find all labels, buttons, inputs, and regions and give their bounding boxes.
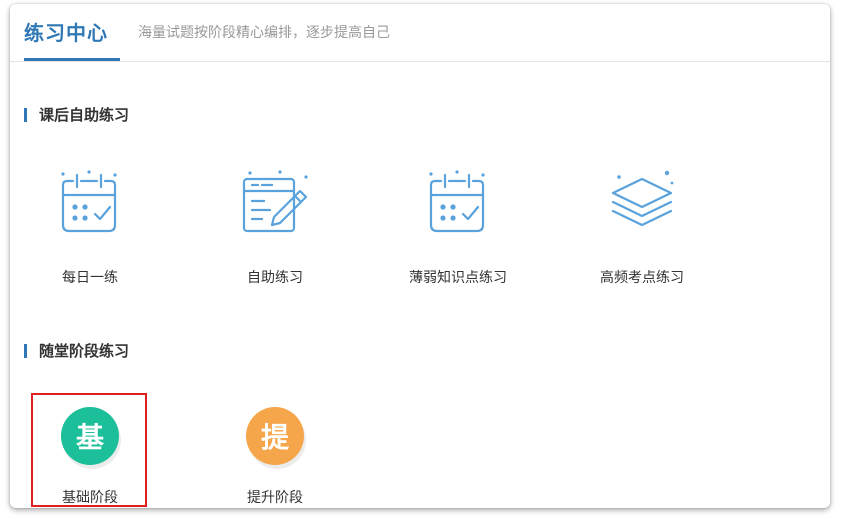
page-title[interactable]: 练习中心 xyxy=(24,17,108,46)
form-pen-icon xyxy=(242,170,308,233)
section-title-after-class: 课后自助练习 xyxy=(24,104,129,125)
practice-item-self[interactable]: 自助练习 xyxy=(195,169,355,299)
practice-item-weak-points[interactable]: 薄弱知识点练习 xyxy=(378,169,538,299)
selection-highlight-box xyxy=(31,393,147,507)
section-bar xyxy=(24,107,27,122)
layers-icon xyxy=(611,170,674,227)
practice-item-label: 自助练习 xyxy=(247,270,303,286)
section-title-label: 随堂阶段练习 xyxy=(39,342,130,360)
advanced-stage-badge-icon: 提 xyxy=(246,407,304,465)
section-title-in-class: 随堂阶段练习 xyxy=(24,340,129,361)
active-tab-underline xyxy=(24,58,120,61)
calendar-check-icon xyxy=(61,170,117,233)
practice-item-label: 每日一练 xyxy=(62,270,118,286)
calendar-check-icon xyxy=(429,170,485,233)
page-subtitle: 海量试题按阶段精心编排，逐步提高自己 xyxy=(138,25,390,41)
practice-item-label: 薄弱知识点练习 xyxy=(409,270,507,286)
stage-item-label: 提升阶段 xyxy=(247,490,303,506)
section-title-label: 课后自助练习 xyxy=(39,106,130,124)
practice-item-label: 高频考点练习 xyxy=(600,270,684,286)
section-bar xyxy=(24,343,27,358)
header: 练习中心 海量试题按阶段精心编排，逐步提高自己 xyxy=(10,4,830,62)
stage-item-advanced[interactable]: 提 提升阶段 xyxy=(195,402,355,508)
practice-item-daily[interactable]: 每日一练 xyxy=(10,169,170,299)
practice-item-high-frequency[interactable]: 高频考点练习 xyxy=(562,169,722,299)
